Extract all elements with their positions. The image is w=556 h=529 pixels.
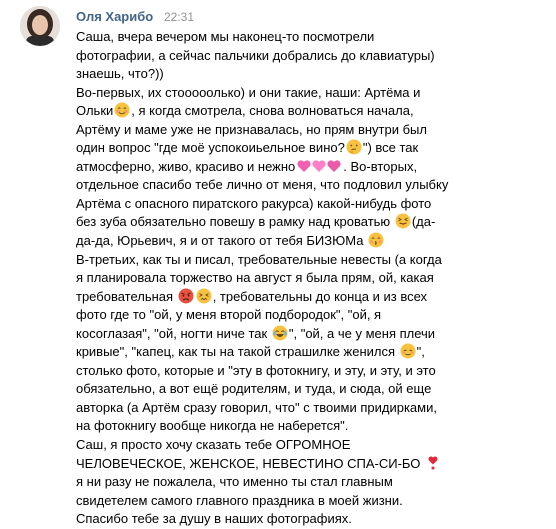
message-line: Ольки, я когда смотрела, снова волновать… xyxy=(76,102,414,119)
message-line: обязательно, а вот ещё родителям, и туда… xyxy=(76,381,432,397)
message-line: В-третьих, как ты и писал, требовательны… xyxy=(76,251,442,267)
message-line: требовательная , требовательны до конца … xyxy=(76,288,428,304)
hearts-emoji-icon xyxy=(296,158,342,174)
message-line: атмосферно, живо, красиво и нежно. Во-вт… xyxy=(76,158,418,174)
message-line: я ни разу не пожалела, что именно ты ста… xyxy=(76,474,393,490)
message-line: авторка (а Артём сразу говорил, что" с т… xyxy=(76,399,437,415)
message-line: столько фото, которые и "эту в фотокнигу… xyxy=(76,362,436,378)
message-line: на фотокнигу вообще никогда не наберется… xyxy=(76,418,349,434)
message-line: я планировала торжество на август я была… xyxy=(76,270,434,286)
author-name[interactable]: Оля Харибо xyxy=(76,9,153,24)
laughing-tears-emoji-icon xyxy=(272,325,288,341)
message-line: знаешь, что?)) xyxy=(76,66,164,82)
message-line: отдельное спасибо тебе лично от меня, чт… xyxy=(76,177,449,193)
message-line: свидетелем самого главного праздника в м… xyxy=(76,492,403,508)
avatar[interactable] xyxy=(20,6,60,46)
message-line: кривые", "капец, как ты на такой страшил… xyxy=(76,343,425,360)
squint-tongue-emoji-icon xyxy=(395,213,411,229)
message-line: Саш, я просто хочу сказать тебе ОГРОМНОЕ xyxy=(76,437,351,453)
message-line: косоглазая", "ой, ногти ниче так ", "ой,… xyxy=(76,325,436,341)
persevere-emoji-icon xyxy=(196,288,212,304)
kiss-emoji-icon xyxy=(368,232,384,248)
blush-emoji-icon xyxy=(114,102,130,118)
angry-emoji-icon xyxy=(178,288,194,304)
message-line: фото где то "ой, у меня второй подбородо… xyxy=(76,307,382,323)
message-line: один вопрос "где моё успокоиьельное вино… xyxy=(76,139,419,156)
relieved-emoji-icon xyxy=(400,343,416,359)
message-line: Саша, вчера вечером мы наконец-то посмот… xyxy=(76,29,375,44)
message-line: да-да, Юрьевич, я и от такого от тебя БИ… xyxy=(76,232,546,251)
message-line: без зуба обязательно повешу в рамку над … xyxy=(76,213,436,230)
heart-exclamation-emoji-icon xyxy=(425,455,441,471)
message-line: фотографии, а сейчас пальчики добрались … xyxy=(76,47,435,63)
message-line: ЧЕЛОВЕЧЕСКОЕ, ЖЕНСКОЕ, НЕВЕСТИНО СПА-СИ-… xyxy=(76,455,546,474)
message-line: Артёма с опасного пиратского ракурса) ка… xyxy=(76,195,432,211)
message-line: Во-первых, их стооооолько) и они такие, … xyxy=(76,84,421,100)
message-time: 22:31 xyxy=(164,10,195,24)
message-text: Саша, вчера вечером мы наконец-то посмот… xyxy=(76,28,546,529)
avatar-photo xyxy=(20,6,60,46)
thinking-emoji-icon xyxy=(346,139,362,155)
message-line: Спасибо тебе за душу в наших фотографиях… xyxy=(76,511,352,527)
message-line: Артёму и маме уже не признавалась, но пр… xyxy=(76,121,427,137)
